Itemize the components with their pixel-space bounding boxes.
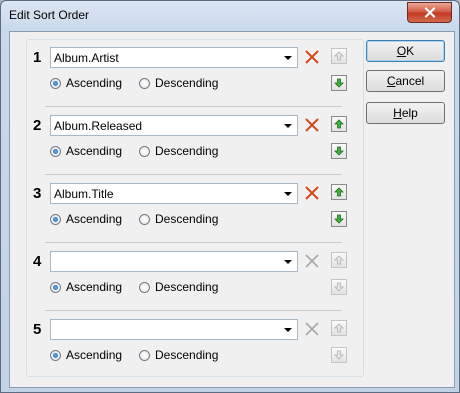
sort-criteria-group: 1 Album.Artist Ascending Descending 2 Al… (26, 39, 364, 377)
sort-field-combo-1[interactable]: Album.Artist (50, 47, 298, 68)
ascending-label: Ascending (66, 348, 123, 362)
remove-icon[interactable] (303, 116, 321, 134)
sort-field-combo-4[interactable] (50, 251, 298, 272)
descending-label: Descending (155, 280, 219, 294)
ascending-label: Ascending (66, 76, 123, 90)
remove-icon[interactable] (303, 252, 321, 270)
descending-option[interactable]: Descending (139, 144, 218, 158)
move-down-button[interactable] (331, 75, 347, 91)
arrow-down-icon (334, 282, 344, 292)
arrow-up-icon (334, 119, 344, 129)
close-button[interactable] (407, 2, 452, 23)
dialog-window: Edit Sort Order 1 Album.Artist Ascending… (0, 0, 460, 393)
sort-row-1: 1 Album.Artist Ascending Descending (27, 42, 363, 102)
sort-row-number: 2 (33, 117, 42, 134)
sort-row-number: 4 (33, 253, 42, 270)
arrow-up-icon (334, 323, 344, 333)
descending-radio[interactable] (139, 349, 150, 361)
ascending-radio[interactable] (50, 213, 61, 225)
row-separator (45, 106, 342, 107)
remove-icon[interactable] (303, 320, 321, 338)
descending-option[interactable]: Descending (139, 348, 218, 362)
ascending-radio[interactable] (50, 145, 61, 157)
chevron-down-icon[interactable] (284, 192, 292, 196)
chevron-down-icon[interactable] (284, 260, 292, 264)
ascending-radio[interactable] (50, 77, 61, 89)
sort-row-number: 1 (33, 49, 42, 66)
descending-label: Descending (155, 212, 219, 226)
move-up-button[interactable] (331, 252, 347, 268)
move-down-button[interactable] (331, 211, 347, 227)
sort-field-combo-5[interactable] (50, 319, 298, 340)
remove-icon[interactable] (303, 184, 321, 202)
ascending-radio[interactable] (50, 349, 61, 361)
move-down-button[interactable] (331, 347, 347, 363)
sort-row-3: 3 Album.Title Ascending Descending (27, 178, 363, 238)
move-up-button[interactable] (331, 116, 347, 132)
arrow-up-icon (334, 51, 344, 61)
descending-label: Descending (155, 76, 219, 90)
sort-row-2: 2 Album.Released Ascending Descending (27, 110, 363, 170)
title-bar[interactable]: Edit Sort Order (1, 1, 459, 31)
ascending-option[interactable]: Ascending (50, 76, 122, 90)
arrow-down-icon (334, 78, 344, 88)
help-button-label: Help (393, 106, 418, 120)
sort-field-combo-2[interactable]: Album.Released (50, 115, 298, 136)
move-down-button[interactable] (331, 143, 347, 159)
descending-option[interactable]: Descending (139, 76, 218, 90)
sort-row-4: 4 Ascending Descending (27, 246, 363, 306)
sort-field-value: Album.Artist (54, 51, 119, 65)
ascending-label: Ascending (66, 144, 123, 158)
ok-button-label: OK (396, 44, 415, 58)
arrow-down-icon (334, 214, 344, 224)
move-up-button[interactable] (331, 48, 347, 64)
row-separator (45, 174, 342, 175)
row-separator (45, 242, 342, 243)
ascending-option[interactable]: Ascending (50, 280, 122, 294)
ascending-label: Ascending (66, 280, 123, 294)
window-title: Edit Sort Order (9, 8, 90, 22)
remove-icon[interactable] (303, 48, 321, 66)
move-up-button[interactable] (331, 184, 347, 200)
sort-row-5: 5 Ascending Descending (27, 314, 363, 374)
dialog-client-area: 1 Album.Artist Ascending Descending 2 Al… (9, 31, 455, 388)
descending-label: Descending (155, 144, 219, 158)
arrow-up-icon (334, 187, 344, 197)
descending-radio[interactable] (139, 77, 150, 89)
move-down-button[interactable] (331, 279, 347, 295)
ascending-label: Ascending (66, 212, 123, 226)
cancel-button[interactable]: Cancel (366, 70, 445, 92)
ascending-option[interactable]: Ascending (50, 212, 122, 226)
sort-field-combo-3[interactable]: Album.Title (50, 183, 298, 204)
descending-option[interactable]: Descending (139, 212, 218, 226)
chevron-down-icon[interactable] (284, 56, 292, 60)
arrow-down-icon (334, 146, 344, 156)
descending-radio[interactable] (139, 281, 150, 293)
ascending-option[interactable]: Ascending (50, 348, 122, 362)
descending-option[interactable]: Descending (139, 280, 218, 294)
cancel-button-label: Cancel (386, 74, 425, 88)
help-button[interactable]: Help (366, 102, 445, 124)
descending-label: Descending (155, 348, 219, 362)
sort-row-number: 5 (33, 321, 42, 338)
descending-radio[interactable] (139, 145, 150, 157)
sort-row-number: 3 (33, 185, 42, 202)
sort-field-value: Album.Released (54, 119, 143, 133)
descending-radio[interactable] (139, 213, 150, 225)
chevron-down-icon[interactable] (284, 124, 292, 128)
ok-button[interactable]: OK (366, 40, 445, 62)
row-separator (45, 310, 342, 311)
move-up-button[interactable] (331, 320, 347, 336)
arrow-up-icon (334, 255, 344, 265)
ascending-option[interactable]: Ascending (50, 144, 122, 158)
ascending-radio[interactable] (50, 281, 61, 293)
close-icon (424, 7, 435, 18)
sort-field-value: Album.Title (54, 187, 114, 201)
chevron-down-icon[interactable] (284, 328, 292, 332)
arrow-down-icon (334, 350, 344, 360)
